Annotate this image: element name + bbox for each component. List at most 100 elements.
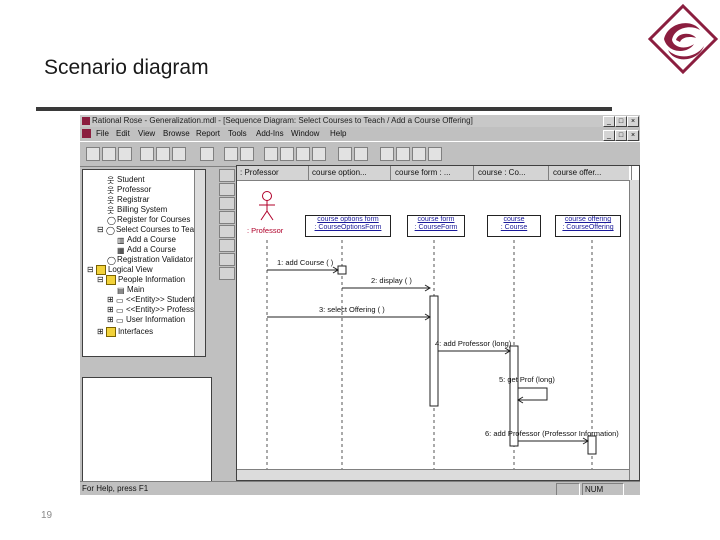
tree-item[interactable]: ◯Register for Courses [107, 215, 190, 225]
menu-add-ins[interactable]: Add-Ins [256, 129, 284, 138]
paste-icon[interactable] [172, 147, 186, 161]
menu-view[interactable]: View [138, 129, 155, 138]
sequence-diagram-canvas[interactable]: : Professor course option... course form… [236, 165, 640, 481]
component-icon[interactable] [296, 147, 310, 161]
tree-item[interactable]: ⊞ Interfaces [97, 327, 153, 337]
fit-icon[interactable] [412, 147, 426, 161]
status-bar: For Help, press F1 NUM [80, 481, 640, 495]
browser-scrollbar[interactable] [194, 170, 205, 356]
rational-rose-window: Rational Rose - Generalization.mdl - [Se… [80, 115, 640, 495]
self-message-tool-icon[interactable] [219, 253, 235, 266]
use-case-icon: ◯ [107, 215, 116, 225]
app-icon [82, 117, 90, 125]
window-title: Rational Rose - Generalization.mdl - [Se… [92, 116, 473, 125]
folder-icon [95, 265, 106, 275]
status-help-text: For Help, press F1 [82, 484, 149, 493]
message-label[interactable]: 5: get Prof (long) [499, 375, 555, 384]
tree-item[interactable]: 웃 Student [107, 175, 145, 185]
maximize-button[interactable]: □ [615, 116, 627, 127]
window-titlebar[interactable]: Rational Rose - Generalization.mdl - [Se… [80, 115, 640, 127]
collaboration-diagram-icon: ▦ [117, 245, 125, 255]
open-icon[interactable] [102, 147, 116, 161]
zoom-out-icon[interactable] [396, 147, 410, 161]
status-empty-cell [556, 483, 580, 495]
class-diagram-icon[interactable] [264, 147, 278, 161]
document-icon [82, 129, 91, 138]
diagram-horizontal-scrollbar[interactable] [237, 469, 629, 480]
message-label[interactable]: 3: select Offering ( ) [319, 305, 385, 314]
diagram-vertical-scrollbar[interactable] [629, 180, 639, 480]
save-icon[interactable] [118, 147, 132, 161]
title-divider [36, 107, 612, 111]
tree-item[interactable]: 웃 Registrar [107, 195, 149, 205]
help-icon[interactable] [224, 147, 238, 161]
sequence-diagram-icon: ▥ [117, 235, 125, 245]
actor-icon: 웃 [107, 195, 115, 205]
tree-item[interactable]: ⊞ ▭ User Information [107, 315, 185, 325]
actor-label[interactable]: : Professor [247, 226, 283, 235]
message-label[interactable]: 6: add Professor (Professor Information) [485, 429, 619, 438]
menu-window[interactable]: Window [291, 129, 319, 138]
object-course-options-form[interactable]: course options form : CourseOptionsForm [305, 215, 391, 237]
logo-icon [647, 3, 719, 75]
tree-item[interactable]: ▥ Add a Course [117, 235, 176, 245]
return-tool-icon[interactable] [219, 267, 235, 280]
use-case-icon[interactable] [280, 147, 294, 161]
object-course[interactable]: course : Course [487, 215, 541, 237]
documentation-pane[interactable] [82, 377, 212, 483]
tree-item[interactable]: ▤ Main [117, 285, 144, 295]
menu-help[interactable]: Help [330, 129, 346, 138]
deployment-icon[interactable] [312, 147, 326, 161]
menu-tools[interactable]: Tools [228, 129, 247, 138]
cut-icon[interactable] [140, 147, 154, 161]
message-label[interactable]: 1: add Course ( ) [277, 258, 333, 267]
tree-item[interactable]: ▦ Add a Course [117, 245, 176, 255]
tree-item[interactable]: ⊞ ▭ <<Entity>> Student [107, 295, 194, 305]
minimize-button[interactable]: _ [603, 116, 615, 127]
menubar: File Edit View Browse Report Tools Add-I… [80, 127, 640, 141]
menu-file[interactable]: File [96, 129, 109, 138]
menu-edit[interactable]: Edit [116, 129, 130, 138]
object-tool-icon[interactable] [219, 225, 235, 238]
model-browser[interactable]: 웃 Student 웃 Professor 웃 Registrar 웃 Billing … [82, 169, 206, 357]
diagram-toolbox [218, 169, 235, 281]
selection-tool-icon[interactable] [219, 169, 235, 182]
tree-item[interactable]: ⊞ ▭ <<Entity>> Professor [107, 305, 201, 315]
status-num-indicator: NUM [582, 483, 624, 495]
object-course-offering[interactable]: course offering : CourseOffering [555, 215, 621, 237]
folder-icon [105, 275, 116, 285]
undo-fit-icon[interactable] [428, 147, 442, 161]
print-icon[interactable] [200, 147, 214, 161]
tree-item[interactable]: ⊟ ◯Select Courses to Teach [97, 225, 203, 235]
text-tool-icon[interactable] [219, 183, 235, 196]
doc-restore-button[interactable]: □ [615, 130, 627, 141]
zoom-in-icon[interactable] [380, 147, 394, 161]
tree-item[interactable]: ⊟ Logical View [87, 265, 153, 275]
class-icon: ▭ [115, 315, 124, 325]
tree-item[interactable]: ⊟ People Information [97, 275, 185, 285]
message-tool-icon[interactable] [219, 239, 235, 252]
message-label[interactable]: 4: add Professor (long) [435, 339, 511, 348]
use-case-icon: ◯ [107, 255, 116, 265]
actor-icon: 웃 [107, 185, 115, 195]
toolbar [80, 141, 640, 167]
tree-item[interactable]: 웃 Professor [107, 185, 151, 195]
tree-item[interactable]: 웃 Billing System [107, 205, 167, 215]
browse-icon[interactable] [240, 147, 254, 161]
copy-icon[interactable] [156, 147, 170, 161]
doc-close-button[interactable]: × [627, 130, 639, 141]
menu-report[interactable]: Report [196, 129, 220, 138]
page-number: 19 [41, 510, 53, 521]
object-course-form[interactable]: course form : CourseForm [407, 215, 465, 237]
doc-minimize-button[interactable]: _ [603, 130, 615, 141]
menu-browse[interactable]: Browse [163, 129, 190, 138]
sequence-icon[interactable] [338, 147, 352, 161]
slide-title: Scenario diagram [44, 56, 209, 79]
close-button[interactable]: × [627, 116, 639, 127]
new-icon[interactable] [86, 147, 100, 161]
anchor-tool-icon[interactable] [219, 211, 235, 224]
note-tool-icon[interactable] [219, 197, 235, 210]
tree-item[interactable]: ◯Registration Validator [107, 255, 193, 265]
collaboration-icon[interactable] [354, 147, 368, 161]
message-label[interactable]: 2: display ( ) [371, 276, 412, 285]
